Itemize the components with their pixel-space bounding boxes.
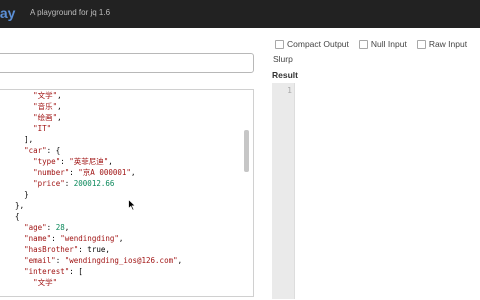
raw-input-option[interactable]: Raw Input <box>416 39 468 49</box>
brand-logo[interactable]: lay <box>0 5 15 21</box>
json-input-editor[interactable]: "文学", "音乐", "绘画", "IT" ], "car": { "type… <box>0 89 254 297</box>
tagline: A playground for jq 1.6 <box>30 8 111 17</box>
navbar: lay A playground for jq 1.6 <box>0 0 480 28</box>
code-line: { <box>15 212 20 221</box>
null-input-option[interactable]: Null Input <box>358 39 407 49</box>
slurp-option[interactable]: Slurp <box>273 54 293 64</box>
code-line: "interest": [ <box>24 267 83 276</box>
filter-input[interactable] <box>0 55 253 73</box>
mouse-cursor-icon <box>128 199 137 211</box>
result-heading: Result <box>272 70 298 80</box>
raw-input-label: Raw Input <box>428 39 468 49</box>
compact-output-label: Compact Output <box>287 39 349 49</box>
code-line: "name": "wendingding", <box>24 234 124 243</box>
code-line: "文学" <box>33 278 58 287</box>
code-line: ], <box>0 135 34 144</box>
result-line-number: 1 <box>287 86 292 95</box>
null-input-label: Null Input <box>370 39 407 49</box>
raw-input-checkbox[interactable] <box>416 39 426 49</box>
code-line: "绘画", <box>33 113 62 122</box>
code-line: "number": "京A 000001", <box>33 168 136 177</box>
code-line: }, <box>15 201 25 210</box>
code-line: "car": { <box>24 146 61 155</box>
code-line: "音乐", <box>33 102 62 111</box>
code-line: "email": "wendingding_ios@126.com", <box>24 256 183 265</box>
code-line: "age": 28, <box>24 223 70 232</box>
code-line: "price": 200012.66 <box>33 179 115 188</box>
code-line: } <box>0 190 29 199</box>
json-code[interactable]: "文学", "音乐", "绘画", "IT" ], "car": { "type… <box>0 90 253 288</box>
null-input-checkbox[interactable] <box>358 39 368 49</box>
result-editor[interactable]: 1 <box>272 83 480 299</box>
result-gutter: 1 <box>272 83 295 299</box>
filter-input-box[interactable] <box>0 53 254 73</box>
compact-output-option[interactable]: Compact Output <box>275 39 349 49</box>
code-line: "type": "英菲尼迪", <box>33 157 113 166</box>
code-line: "hasBrother": true, <box>24 245 110 254</box>
options-bar: Compact Output Null Input Raw Input <box>275 39 467 49</box>
compact-output-checkbox[interactable] <box>275 39 284 49</box>
code-line: "文学", <box>33 91 62 100</box>
editor-scrollbar[interactable] <box>244 130 249 172</box>
code-line: "IT" <box>33 124 52 133</box>
